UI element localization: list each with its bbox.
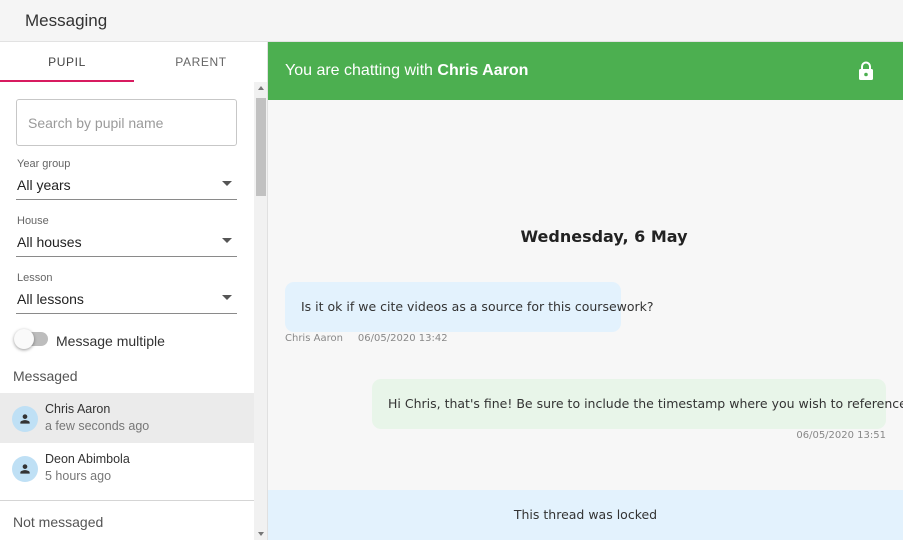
- chat-header: You are chatting with Chris Aaron: [268, 42, 903, 100]
- search-field[interactable]: [16, 99, 237, 146]
- chat-panel: You are chatting with Chris Aaron Wednes…: [268, 42, 903, 540]
- incoming-message-meta: Chris Aaron 06/05/2020 13:42: [285, 333, 448, 344]
- incoming-message: Is it ok if we cite videos as a source f…: [285, 282, 654, 332]
- contact-time: a few seconds ago: [45, 419, 150, 433]
- lesson-label: Lesson: [17, 272, 53, 284]
- tab-parent[interactable]: PARENT: [134, 42, 267, 82]
- person-icon: [20, 464, 30, 474]
- year-group-select[interactable]: Year group All years: [16, 158, 237, 200]
- message-multiple-label: Message multiple: [56, 333, 165, 349]
- thread-locked-notice: This thread was locked: [268, 490, 903, 540]
- contact-item[interactable]: Deon Abimbola 5 hours ago: [0, 443, 254, 493]
- app-title: Messaging: [25, 11, 108, 30]
- message-multiple-toggle[interactable]: [14, 329, 48, 349]
- avatar: [12, 406, 38, 432]
- scrollbar-thumb[interactable]: [256, 98, 266, 196]
- scroll-down-icon[interactable]: [258, 532, 264, 536]
- search-input[interactable]: [17, 100, 236, 145]
- house-value: All houses: [17, 234, 82, 250]
- lesson-value: All lessons: [17, 291, 84, 307]
- not-messaged-heading: Not messaged: [13, 514, 104, 530]
- lesson-select[interactable]: Lesson All lessons: [16, 272, 237, 314]
- chat-header-title: You are chatting with Chris Aaron: [285, 62, 528, 80]
- year-group-label: Year group: [17, 158, 71, 170]
- dropdown-arrow-icon: [222, 295, 232, 300]
- message-timestamp: 06/05/2020 13:42: [357, 333, 448, 344]
- scroll-up-icon[interactable]: [258, 86, 264, 90]
- contact-item[interactable]: Chris Aaron a few seconds ago: [0, 393, 254, 443]
- outgoing-message: Hi Chris, that's fine! Be sure to includ…: [372, 379, 903, 429]
- tab-pupil[interactable]: PUPIL: [0, 42, 134, 82]
- dropdown-arrow-icon: [222, 238, 232, 243]
- dropdown-arrow-icon: [222, 181, 232, 186]
- date-separator: Wednesday, 6 May: [520, 227, 688, 246]
- contact-name: Chris Aaron: [45, 402, 111, 416]
- sidebar: PUPIL PARENT Year group All years House …: [0, 42, 268, 540]
- sidebar-scrollbar[interactable]: [254, 82, 267, 540]
- avatar: [12, 456, 38, 482]
- contact-time: 5 hours ago: [45, 469, 112, 483]
- chat-header-prefix: You are chatting with: [285, 62, 433, 79]
- message-sender: Chris Aaron: [285, 333, 343, 344]
- year-group-value: All years: [17, 177, 71, 193]
- app-bar: Messaging: [0, 0, 903, 42]
- outgoing-message-timestamp: 06/05/2020 13:51: [796, 430, 886, 441]
- house-select[interactable]: House All houses: [16, 215, 237, 257]
- lock-icon[interactable]: [858, 61, 874, 81]
- messaged-heading: Messaged: [13, 368, 78, 384]
- contact-name: Deon Abimbola: [45, 452, 130, 466]
- person-icon: [20, 414, 30, 424]
- chat-header-name: Chris Aaron: [437, 62, 529, 79]
- recipient-tabs: PUPIL PARENT: [0, 42, 267, 82]
- toggle-knob: [14, 329, 34, 349]
- house-label: House: [17, 215, 49, 227]
- section-divider: [0, 500, 254, 501]
